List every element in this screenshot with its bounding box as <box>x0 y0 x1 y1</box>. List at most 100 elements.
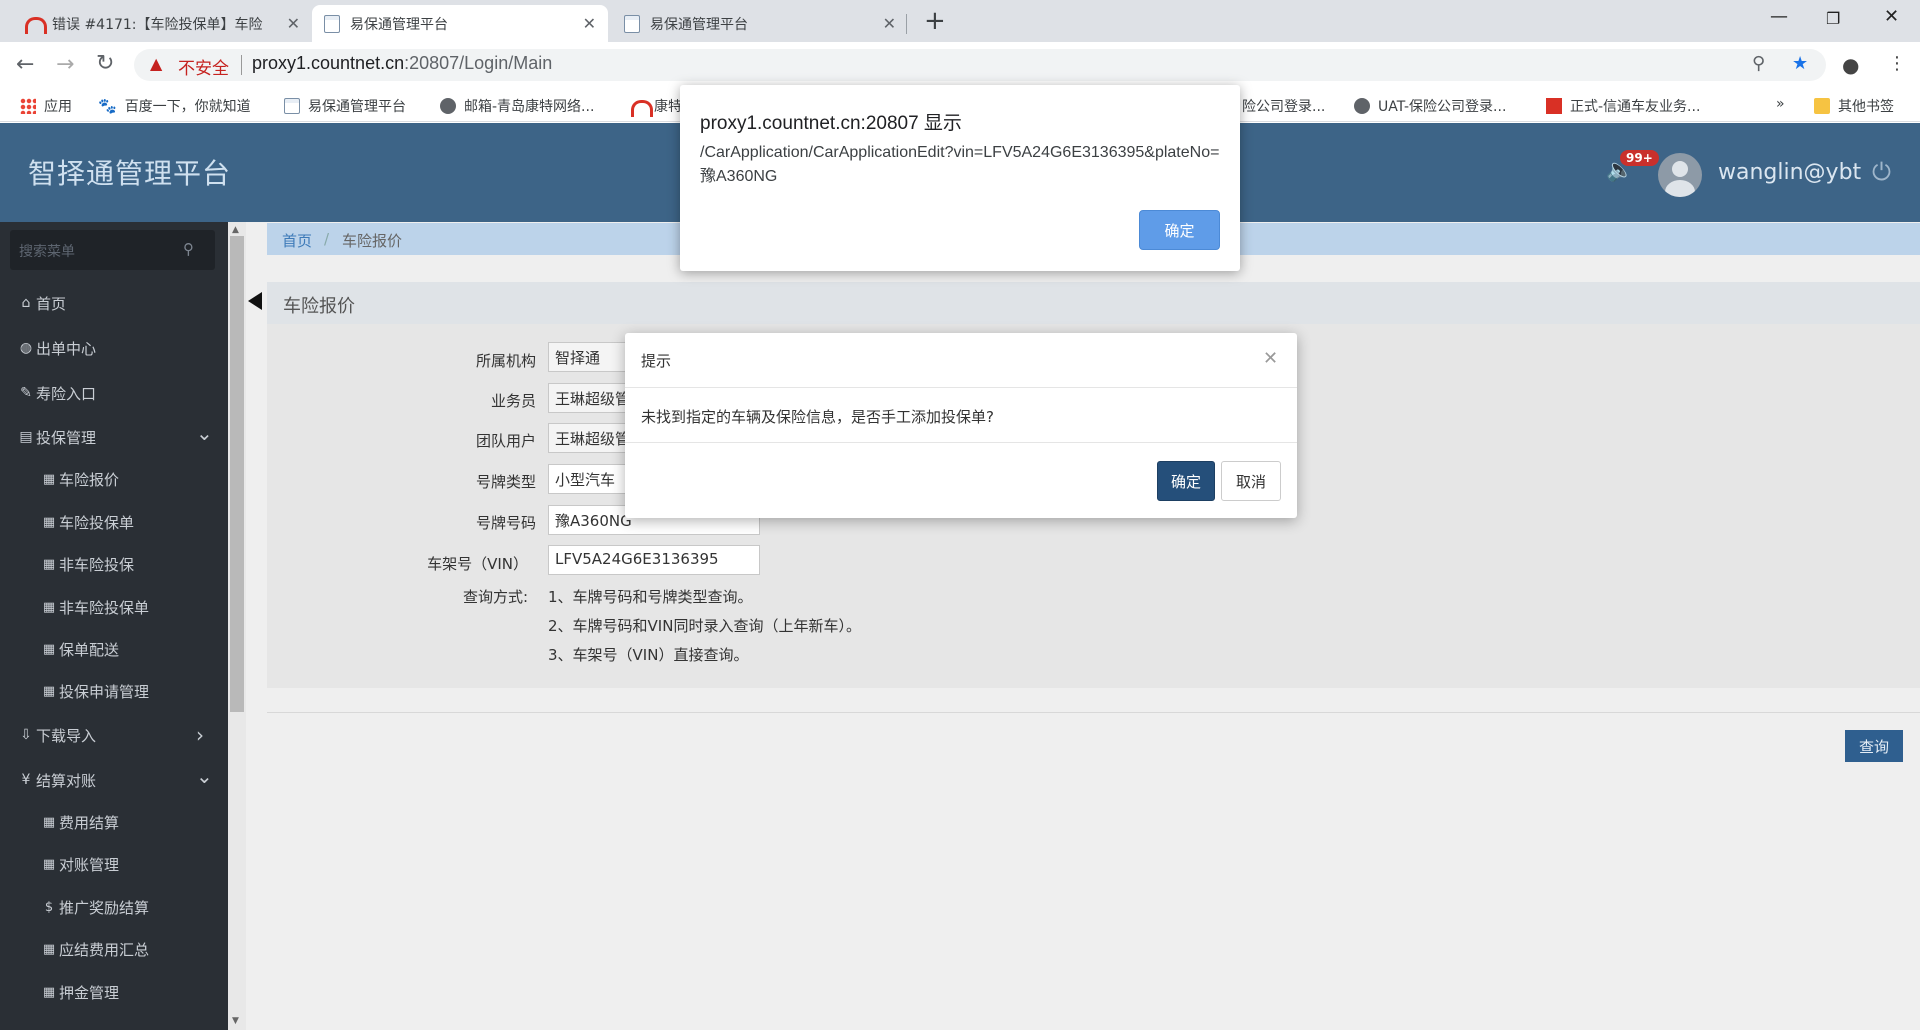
sidebar-item[interactable]: ◍ 出单中心 <box>0 327 228 369</box>
doc-icon <box>624 14 640 33</box>
new-tab-button[interactable]: + <box>924 6 946 36</box>
avatar[interactable] <box>1658 153 1702 197</box>
bookmark-prod[interactable]: 正式-信通车友业务... <box>1546 96 1700 116</box>
collapse-arrow-icon[interactable] <box>248 292 262 310</box>
url-text[interactable]: proxy1.countnet.cn:20807/Login/Main <box>252 53 552 74</box>
sidebar-item[interactable]: ▦ 非车险投保 <box>0 543 228 585</box>
sidebar-item[interactable]: ▦ 费用结算 <box>0 801 228 843</box>
menu-dots-icon[interactable]: ⋮ <box>1888 53 1906 74</box>
sidebar-item[interactable]: ¥ 结算对账 ⌄ <box>0 759 228 801</box>
bookmark-ybt[interactable]: 易保通管理平台 <box>284 96 406 116</box>
chevron-down-icon[interactable]: ⌄ <box>196 421 213 445</box>
bookmark-other[interactable]: 其他书签 <box>1814 96 1894 116</box>
window-close-icon[interactable]: ✕ <box>1884 6 1899 27</box>
close-icon[interactable]: ✕ <box>1263 348 1278 369</box>
sidebar-item[interactable]: ▦ 投保申请管理 <box>0 670 228 712</box>
sidebar-item[interactable]: ▤ 投保管理 ⌄ <box>0 416 228 458</box>
forward-arrow-icon[interactable]: → <box>56 52 74 77</box>
bookmark-overflow[interactable]: » <box>1776 96 1785 112</box>
sidebar-item[interactable]: ▦ 对账管理 <box>0 843 228 885</box>
red-x-icon <box>1546 98 1562 114</box>
app-title: 智择通管理平台 <box>28 157 232 190</box>
plate-no-label: 号牌号码 <box>475 514 536 532</box>
scroll-down-icon[interactable]: ▼ <box>232 1016 239 1026</box>
bookmark-uat[interactable]: UAT-保险公司登录... <box>1354 96 1506 116</box>
scroll-up-icon[interactable]: ▲ <box>232 225 239 235</box>
chevron-down-icon[interactable]: ⌄ <box>196 764 213 788</box>
grid-icon: ▦ <box>42 856 56 872</box>
sidebar-item[interactable]: ⇩ 下载导入 › <box>0 714 228 756</box>
tab-separator <box>906 14 907 34</box>
modal-cancel-button[interactable]: 取消 <box>1221 461 1281 501</box>
bookmark-apps[interactable]: 应用 <box>20 96 72 116</box>
profile-icon[interactable]: ● <box>1842 53 1859 77</box>
sidebar-scroll-thumb[interactable] <box>230 236 244 712</box>
sidebar-item-label: 对账管理 <box>59 855 120 874</box>
back-arrow-icon[interactable]: ← <box>16 52 34 77</box>
breadcrumb-home[interactable]: 首页 <box>282 230 312 251</box>
sidebar-item[interactable]: ▦ 非车险投保单 <box>0 586 228 628</box>
sidebar-item[interactable]: ▦ 车险投保单 <box>0 501 228 543</box>
notification-badge[interactable]: 99+ <box>1620 150 1659 166</box>
grid-icon: ▦ <box>42 471 56 487</box>
grid-icon: ▦ <box>42 599 56 615</box>
sidebar-item[interactable]: ▦ 押金管理 <box>0 971 228 1013</box>
power-icon[interactable]: ⏻ <box>1872 158 1891 186</box>
bookmark-mail[interactable]: 邮箱-青岛康特网络... <box>440 96 594 116</box>
redmine-icon <box>24 15 47 34</box>
query-button[interactable]: 查询 <box>1845 730 1903 762</box>
sidebar-item-label: 非车险投保 <box>59 555 135 574</box>
query-note-2: 2、车牌号码和VIN同时录入查询（上年新车）。 <box>548 617 861 635</box>
insecure-label[interactable]: 不安全 <box>178 54 229 79</box>
dollar-icon: $ <box>44 899 54 915</box>
bookmark-kangte[interactable]: 康特 <box>630 96 682 117</box>
restore-icon[interactable]: ❐ <box>1826 9 1840 28</box>
browser-tab-active[interactable]: 易保通管理平台 ✕ <box>312 5 608 42</box>
modal-title: 提示 <box>641 352 672 370</box>
bookmark-label: 百度一下，你就知道 <box>124 99 251 115</box>
bookmark-label: UAT-保险公司登录... <box>1378 99 1507 115</box>
menu-search-placeholder: 搜索菜单 <box>19 244 75 260</box>
sidebar-item[interactable]: ▦ 车险报价 <box>0 458 228 500</box>
alert-message: /CarApplication/CarApplicationEdit?vin=L… <box>700 144 1220 185</box>
leaf-icon: ✎ <box>20 385 32 401</box>
star-icon[interactable]: ★ <box>1792 53 1808 74</box>
minimize-icon[interactable]: — <box>1770 6 1788 27</box>
grid-icon: ▦ <box>42 984 56 1000</box>
doc-icon <box>284 98 300 114</box>
sidebar-item-label: 保单配送 <box>59 640 120 659</box>
breadcrumb-separator: / <box>324 230 330 248</box>
browser-tab-third[interactable]: 易保通管理平台 ✕ <box>612 5 908 42</box>
sidebar-item[interactable]: ▦ 应结费用汇总 <box>0 928 228 970</box>
sidebar-item[interactable]: ⌂ 首页 <box>0 282 228 324</box>
tab-title: 易保通管理平台 <box>350 16 448 33</box>
zoom-icon[interactable]: ⚲ <box>1752 53 1765 74</box>
modal-ok-button[interactable]: 确定 <box>1157 461 1215 501</box>
bookmark-label: 其他书签 <box>1838 99 1894 115</box>
sidebar-item-label: 寿险入口 <box>36 384 97 403</box>
sidebar-item-label: 非车险投保单 <box>59 598 150 617</box>
close-icon[interactable]: ✕ <box>583 14 596 33</box>
search-icon[interactable]: ⚲ <box>183 240 194 258</box>
grid-icon: ▦ <box>42 941 56 957</box>
bookmark-label: 应用 <box>44 99 72 115</box>
username[interactable]: wanglin@ybt <box>1718 160 1861 185</box>
vin-input[interactable]: LFV5A24G6E3136395 <box>548 545 760 575</box>
sidebar-item[interactable]: ✎ 寿险入口 <box>0 372 228 414</box>
bookmark-insurer-login[interactable]: 险公司登录... <box>1242 96 1325 116</box>
globe-icon: ◍ <box>19 340 33 356</box>
close-icon[interactable]: ✕ <box>287 14 300 33</box>
sidebar-item-label: 投保管理 <box>36 428 97 447</box>
sidebar-item[interactable]: $ 推广奖励结算 <box>0 886 228 928</box>
bookmark-baidu[interactable]: 🐾 百度一下，你就知道 <box>98 96 251 116</box>
grid-icon: ▦ <box>42 814 56 830</box>
close-icon[interactable]: ✕ <box>883 14 896 33</box>
reload-icon[interactable]: ↻ <box>96 51 114 76</box>
alert-ok-button[interactable]: 确定 <box>1139 210 1220 250</box>
sidebar-item-label: 投保申请管理 <box>59 682 150 701</box>
tab-title: 易保通管理平台 <box>650 16 748 33</box>
sidebar-item[interactable]: ▦ 保单配送 <box>0 628 228 670</box>
browser-tab-error[interactable]: 错误 #4171:【车险投保单】车险 ✕ <box>12 5 312 42</box>
apps-grid-icon <box>20 98 36 114</box>
chevron-right-icon[interactable]: › <box>196 723 204 747</box>
